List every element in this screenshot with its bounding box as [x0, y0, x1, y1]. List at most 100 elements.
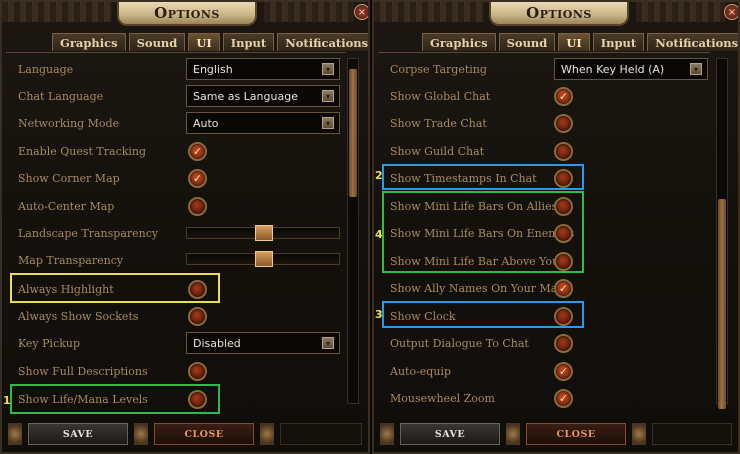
life-mana-levels-toggle[interactable]: [188, 389, 207, 409]
auto-center-map-toggle[interactable]: [188, 196, 207, 216]
setting-label: Show Ally Names On Your Map: [390, 281, 565, 295]
setting-corpse-targeting: Corpse Targeting When Key Held (A) ▾: [386, 58, 710, 80]
guild-chat-toggle[interactable]: [554, 141, 573, 161]
setting-show-trade-chat: Show Trade Chat: [386, 112, 710, 134]
close-window-icon[interactable]: ×: [724, 4, 738, 20]
setting-label: Show Trade Chat: [390, 116, 487, 130]
footer-bar: SAVE CLOSE: [380, 420, 732, 448]
setting-label: Networking Mode: [18, 116, 120, 130]
auto-equip-toggle[interactable]: ✓: [554, 361, 573, 381]
networking-mode-select[interactable]: Auto ▾: [186, 112, 340, 134]
options-panel-left: Options × Graphics Sound UI Input Notifi…: [0, 0, 370, 454]
key-pickup-select[interactable]: Disabled ▾: [186, 332, 340, 354]
scrollbar[interactable]: [716, 58, 728, 409]
mousewheel-zoom-toggle[interactable]: ✓: [554, 388, 573, 408]
footer-blank: [280, 423, 362, 445]
setting-mini-life-bars-allies: Show Mini Life Bars On Allies: [386, 195, 710, 217]
tab-graphics[interactable]: Graphics: [422, 33, 496, 51]
scroll-thumb[interactable]: [349, 69, 357, 197]
setting-show-corner-map: Show Corner Map ✓: [14, 167, 344, 189]
scroll-thumb[interactable]: [718, 199, 726, 409]
chat-language-select[interactable]: Same as Language ▾: [186, 85, 340, 107]
save-button[interactable]: SAVE: [28, 423, 128, 445]
setting-show-clock: Show Clock: [386, 305, 710, 327]
mini-life-bars-enemies-toggle[interactable]: [554, 223, 573, 243]
mini-life-bar-self-toggle[interactable]: [554, 251, 573, 271]
annotation-2: 2: [375, 169, 383, 182]
setting-language: Language English ▾: [14, 58, 344, 80]
setting-chat-language: Chat Language Same as Language ▾: [14, 85, 344, 107]
tab-ui[interactable]: UI: [558, 33, 590, 51]
setting-label: Output Dialogue To Chat: [390, 336, 529, 350]
setting-auto-center-map: Auto-Center Map: [14, 195, 344, 217]
map-transparency-slider[interactable]: [186, 251, 340, 267]
tab-sound[interactable]: Sound: [128, 33, 186, 51]
dropdown-arrow-icon: ▾: [322, 337, 334, 349]
landscape-transparency-slider[interactable]: [186, 225, 340, 241]
timestamps-toggle[interactable]: [554, 168, 573, 188]
quest-tracking-toggle[interactable]: ✓: [188, 141, 207, 161]
scrollbar[interactable]: [347, 58, 359, 404]
footer-ornament: [134, 423, 148, 445]
close-button[interactable]: CLOSE: [526, 423, 626, 445]
always-show-sockets-toggle[interactable]: [188, 306, 207, 326]
tab-input[interactable]: Input: [222, 33, 275, 51]
close-button[interactable]: CLOSE: [154, 423, 254, 445]
setting-label: Chat Language: [18, 89, 104, 103]
setting-mini-life-bar-above-you: Show Mini Life Bar Above You: [386, 250, 710, 272]
close-window-icon[interactable]: ×: [354, 4, 368, 20]
annotation-1: 1: [3, 394, 11, 407]
global-chat-toggle[interactable]: ✓: [554, 86, 573, 106]
setting-ally-names-map: Show Ally Names On Your Map ✓: [386, 277, 710, 299]
dropdown-arrow-icon: ▾: [322, 117, 334, 129]
select-value: Disabled: [193, 336, 241, 350]
setting-show-life-mana-levels: Show Life/Mana Levels: [14, 388, 344, 410]
setting-label: Mousewheel Zoom: [390, 391, 495, 405]
setting-label: Show Clock: [390, 309, 456, 323]
setting-label: Show Mini Life Bars On Allies: [390, 199, 558, 213]
always-highlight-toggle[interactable]: [188, 279, 207, 299]
setting-label: Show Corner Map: [18, 171, 120, 185]
setting-label: Show Life/Mana Levels: [18, 392, 148, 406]
mini-life-bars-allies-toggle[interactable]: [554, 196, 573, 216]
footer-ornament: [380, 423, 394, 445]
setting-mousewheel-zoom: Mousewheel Zoom ✓: [386, 387, 710, 409]
output-dialogue-toggle[interactable]: [554, 333, 573, 353]
footer-blank: [652, 423, 732, 445]
ally-names-toggle[interactable]: ✓: [554, 278, 573, 298]
setting-show-timestamps: Show Timestamps In Chat: [386, 167, 710, 189]
trade-chat-toggle[interactable]: [554, 113, 573, 133]
setting-landscape-transparency: Landscape Transparency: [14, 222, 344, 244]
tab-graphics[interactable]: Graphics: [52, 33, 126, 51]
dropdown-arrow-icon: ▾: [322, 90, 334, 102]
select-value: Auto: [193, 116, 219, 130]
setting-networking-mode: Networking Mode Auto ▾: [14, 112, 344, 134]
full-descriptions-toggle[interactable]: [188, 361, 207, 381]
setting-label: Key Pickup: [18, 336, 81, 350]
tab-notifications[interactable]: Notifications: [647, 33, 738, 51]
footer-ornament: [8, 423, 22, 445]
language-select[interactable]: English ▾: [186, 58, 340, 80]
clock-toggle[interactable]: [554, 306, 573, 326]
setting-label: Corpse Targeting: [390, 62, 487, 76]
setting-label: Show Global Chat: [390, 89, 491, 103]
dropdown-arrow-icon: ▾: [690, 63, 702, 75]
slider-thumb[interactable]: [255, 251, 273, 267]
slider-thumb[interactable]: [255, 225, 273, 241]
tab-input[interactable]: Input: [592, 33, 645, 51]
options-panel-right: Options × Graphics Sound UI Input Notifi…: [372, 0, 740, 454]
corner-map-toggle[interactable]: ✓: [188, 168, 207, 188]
corpse-targeting-select[interactable]: When Key Held (A) ▾: [554, 58, 708, 80]
tab-notifications[interactable]: Notifications: [277, 33, 368, 51]
tab-sound[interactable]: Sound: [498, 33, 556, 51]
tab-ui[interactable]: UI: [188, 33, 220, 51]
setting-label: Show Full Descriptions: [18, 364, 148, 378]
tab-bar: Graphics Sound UI Input Notifications: [52, 33, 368, 51]
setting-label: Enable Quest Tracking: [18, 144, 147, 158]
setting-show-global-chat: Show Global Chat ✓: [386, 85, 710, 107]
setting-always-show-sockets: Always Show Sockets: [14, 305, 344, 327]
setting-label: Show Mini Life Bars On Enemies: [390, 226, 575, 240]
setting-key-pickup: Key Pickup Disabled ▾: [14, 332, 344, 354]
setting-label: Language: [18, 62, 74, 76]
save-button[interactable]: SAVE: [400, 423, 500, 445]
